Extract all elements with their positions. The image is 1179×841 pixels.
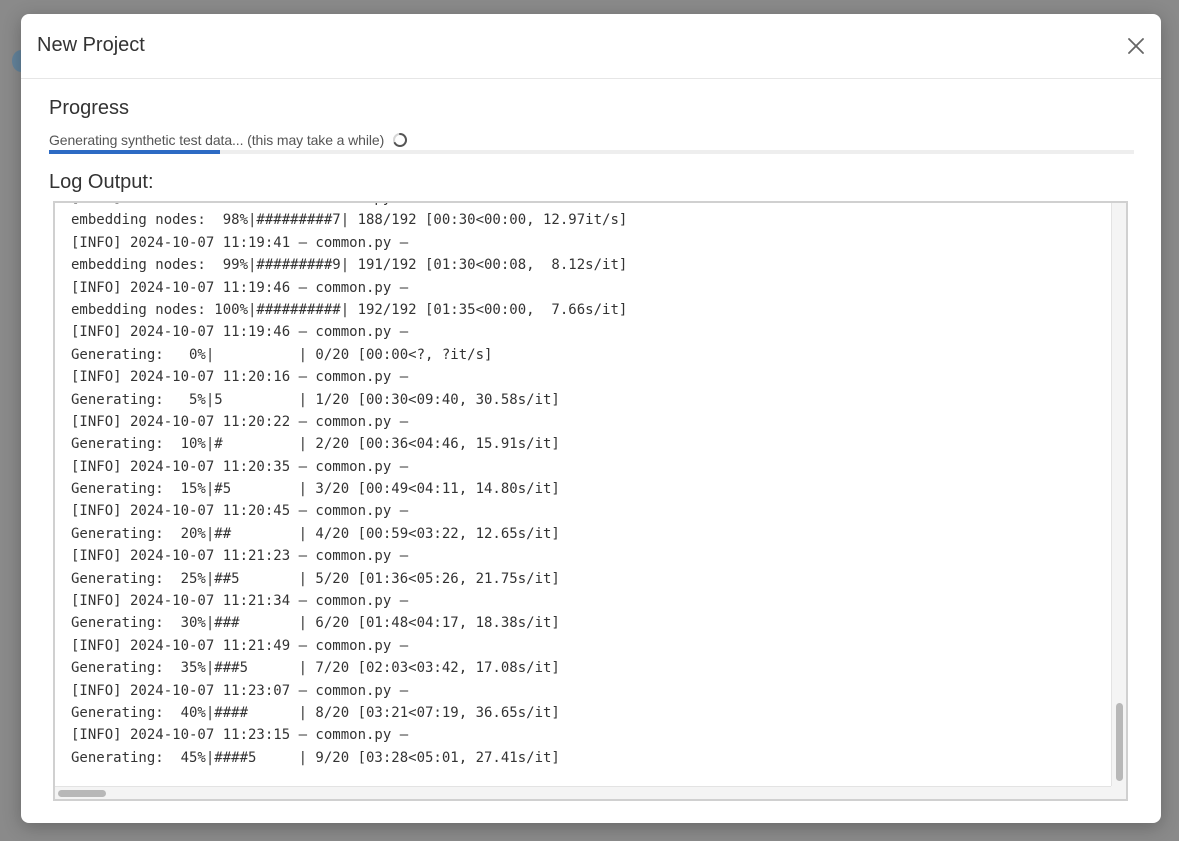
- log-line: [INFO] 2024-10-07 11:20:16 – common.py –: [71, 369, 409, 386]
- modal-header: New Project: [21, 14, 1161, 79]
- progress-bar: [49, 150, 1134, 154]
- progress-status-text: Generating synthetic test data... (this …: [49, 132, 385, 148]
- horizontal-scrollbar-thumb[interactable]: [58, 790, 106, 797]
- log-line: [INFO] 2024-10-07 11:21:23 – common.py –: [71, 548, 409, 565]
- log-lines: [INFO] 2024-10-07 11:19:40 – common.py –…: [71, 203, 627, 769]
- log-line: embedding nodes: 100%|##########| 192/19…: [71, 301, 628, 318]
- vertical-scrollbar[interactable]: [1111, 203, 1126, 786]
- modal-title: New Project: [37, 34, 145, 56]
- log-line: [INFO] 2024-10-07 11:20:22 – common.py –: [71, 413, 409, 430]
- log-line: Generating: 25%|##5 | 5/20 [01:36<05:26,…: [71, 570, 560, 587]
- loading-spinner-icon: [393, 133, 408, 147]
- log-line: [INFO] 2024-10-07 11:23:15 – common.py –: [71, 727, 409, 744]
- log-line: Generating: 5%|5 | 1/20 [00:30<09:40, 30…: [71, 391, 560, 408]
- log-line: embedding nodes: 99%|#########9| 191/192…: [71, 257, 628, 274]
- vertical-scrollbar-thumb[interactable]: [1116, 703, 1123, 781]
- log-line: [INFO] 2024-10-07 11:23:07 – common.py –: [71, 682, 409, 699]
- log-line: Generating: 20%|## | 4/20 [00:59<03:22, …: [71, 525, 560, 542]
- progress-status: Generating synthetic test data... (this …: [49, 130, 408, 150]
- log-line: [INFO] 2024-10-07 11:21:34 – common.py –: [71, 593, 409, 610]
- close-button[interactable]: [1125, 35, 1147, 57]
- log-line: [INFO] 2024-10-07 11:20:45 – common.py –: [71, 503, 409, 520]
- log-line: Generating: 30%|### | 6/20 [01:48<04:17,…: [71, 615, 560, 632]
- log-line: Generating: 10%|# | 2/20 [00:36<04:46, 1…: [71, 436, 560, 453]
- log-output-heading: Log Output:: [49, 171, 154, 193]
- log-line: Generating: 15%|#5 | 3/20 [00:49<04:11, …: [71, 481, 560, 498]
- progress-bar-fill: [49, 150, 221, 154]
- progress-heading: Progress: [49, 97, 130, 119]
- log-viewport[interactable]: [INFO] 2024-10-07 11:19:40 – common.py –…: [55, 203, 1113, 786]
- log-line: Generating: 40%|#### | 8/20 [03:21<07:19…: [71, 704, 560, 721]
- log-line: Generating: 45%|####5 | 9/20 [03:28<05:0…: [71, 749, 560, 766]
- horizontal-scrollbar[interactable]: [55, 786, 1113, 799]
- log-line: [INFO] 2024-10-07 11:19:46 – common.py –: [71, 279, 409, 296]
- log-line: [INFO] 2024-10-07 11:21:49 – common.py –: [71, 637, 409, 654]
- log-line: Generating: 0%| | 0/20 [00:00<?, ?it/s]: [71, 346, 493, 363]
- log-line: embedding nodes: 98%|#########7| 188/192…: [71, 212, 628, 229]
- log-line: [INFO] 2024-10-07 11:19:41 – common.py –: [71, 234, 409, 251]
- new-project-modal: New Project Progress Generating syntheti…: [21, 14, 1161, 823]
- close-icon: [1128, 38, 1144, 54]
- scrollbar-corner: [1111, 786, 1126, 799]
- log-line: [INFO] 2024-10-07 11:20:35 – common.py –: [71, 458, 409, 475]
- log-line: [INFO] 2024-10-07 11:19:46 – common.py –: [71, 324, 409, 341]
- log-line: Generating: 35%|###5 | 7/20 [02:03<03:42…: [71, 660, 560, 677]
- log-output-panel[interactable]: [INFO] 2024-10-07 11:19:40 – common.py –…: [53, 201, 1128, 801]
